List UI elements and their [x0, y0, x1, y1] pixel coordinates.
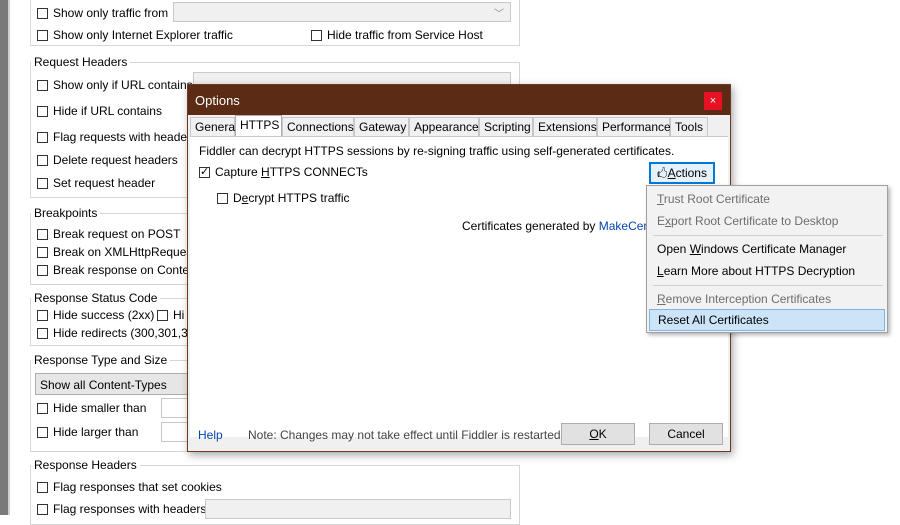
close-button[interactable]: ×	[704, 92, 722, 110]
actions-button[interactable]: 🖒Actions	[649, 162, 715, 184]
tab-connections[interactable]: Connections	[282, 117, 354, 136]
request-headers-title: Request Headers	[31, 55, 131, 69]
break-post-checkbox[interactable]	[37, 229, 48, 241]
menu-trust-root[interactable]: Trust Root Certificate	[649, 188, 885, 210]
hide-other-row[interactable]: Hi	[157, 308, 184, 322]
content-types-dropdown[interactable]: Show all Content-Types	[35, 373, 195, 395]
hide-url-checkbox[interactable]	[37, 106, 48, 118]
ie-traffic-checkbox[interactable]	[37, 30, 48, 42]
window-edge	[0, 0, 8, 515]
flag-headers-row[interactable]: Flag requests with headers	[37, 130, 197, 144]
url-contains-row[interactable]: Show only if URL contains	[37, 78, 193, 92]
tab-general[interactable]: General	[190, 117, 238, 136]
delete-headers-checkbox[interactable]	[37, 155, 48, 167]
hide-other-checkbox[interactable]	[157, 310, 168, 322]
tab-tools[interactable]: Tools	[670, 117, 708, 136]
tab-performance[interactable]: Performance	[597, 117, 671, 136]
traffic-from-checkbox[interactable]	[37, 8, 48, 20]
traffic-from-dropdown[interactable]: ﹀	[173, 2, 511, 22]
hide-larger-row[interactable]: Hide larger than	[37, 425, 138, 439]
decrypt-https-checkbox[interactable]	[217, 193, 228, 205]
service-host-row[interactable]: Hide traffic from Service Host	[311, 28, 483, 42]
ok-button[interactable]: OK	[561, 423, 635, 445]
menu-separator	[653, 235, 883, 236]
set-cookies-checkbox[interactable]	[37, 482, 48, 494]
cancel-button[interactable]: Cancel	[649, 423, 723, 445]
decrypt-https-row[interactable]: Decrypt HTTPS traffic	[217, 191, 350, 205]
restart-note: Note: Changes may not take effect until …	[248, 428, 564, 442]
hide-smaller-checkbox[interactable]	[37, 403, 48, 415]
close-icon: ×	[709, 95, 717, 107]
flag-headers-checkbox[interactable]	[37, 132, 48, 144]
hide-smaller-row[interactable]: Hide smaller than	[37, 401, 146, 415]
service-host-checkbox[interactable]	[311, 30, 322, 42]
tab-https[interactable]: HTTPS	[235, 115, 282, 137]
set-cookies-row[interactable]: Flag responses that set cookies	[37, 480, 222, 494]
break-xhr-checkbox[interactable]	[37, 247, 48, 259]
menu-export-root[interactable]: Export Root Certificate to Desktop	[649, 210, 885, 232]
url-contains-checkbox[interactable]	[37, 80, 48, 92]
dialog-titlebar[interactable]: Options ×	[188, 85, 730, 115]
menu-remove-interception[interactable]: Remove Interception Certificates	[649, 288, 885, 310]
cert-generator-row: Certificates generated by MakeCert e	[462, 219, 661, 233]
flag-resp-headers-row[interactable]: Flag responses with headers	[37, 502, 206, 516]
break-post-row[interactable]: Break request on POST	[37, 227, 180, 241]
chevron-down-icon: ﹀	[494, 9, 504, 20]
set-header-row[interactable]: Set request header	[37, 176, 155, 190]
break-xhr-row[interactable]: Break on XMLHttpRequest	[37, 245, 196, 259]
traffic-from-row[interactable]: Show only traffic from	[37, 6, 168, 20]
dialog-title: Options	[195, 93, 240, 108]
hide-success-row[interactable]: Hide success (2xx)	[37, 308, 154, 322]
hide-redirects-checkbox[interactable]	[37, 328, 48, 340]
break-content-checkbox[interactable]	[37, 265, 48, 277]
hide-url-row[interactable]: Hide if URL contains	[37, 104, 162, 118]
set-header-checkbox[interactable]	[37, 178, 48, 190]
response-status-title: Response Status Code	[31, 291, 161, 305]
response-type-title: Response Type and Size	[31, 353, 171, 367]
hide-larger-checkbox[interactable]	[37, 427, 48, 439]
menu-learn-more[interactable]: Learn More about HTTPS Decryption	[649, 260, 885, 282]
flag-resp-headers-checkbox[interactable]	[37, 504, 48, 516]
resp-headers-input[interactable]	[205, 499, 511, 519]
certificate-icon: 🖒	[657, 168, 668, 180]
response-headers-title: Response Headers	[31, 458, 140, 472]
tab-gateway[interactable]: Gateway	[354, 117, 409, 136]
capture-https-checkbox[interactable]	[199, 167, 210, 179]
ie-traffic-row[interactable]: Show only Internet Explorer traffic	[37, 28, 233, 42]
hide-success-checkbox[interactable]	[37, 310, 48, 322]
tab-scripting[interactable]: Scripting	[479, 117, 533, 136]
menu-reset-all-certificates[interactable]: Reset All Certificates	[649, 309, 885, 331]
capture-https-row[interactable]: Capture HTTPS CONNECTs	[199, 165, 368, 179]
menu-separator	[653, 285, 883, 286]
tab-extensions[interactable]: Extensions	[533, 117, 597, 136]
window-edge-inner	[8, 0, 10, 515]
tab-appearance[interactable]: Appearance	[409, 117, 479, 136]
delete-headers-row[interactable]: Delete request headers	[37, 153, 178, 167]
breakpoints-title: Breakpoints	[31, 206, 101, 220]
menu-open-cert-manager[interactable]: Open Windows Certificate Manager	[649, 238, 885, 260]
help-link[interactable]: Help	[198, 428, 223, 442]
https-description: Fiddler can decrypt HTTPS sessions by re…	[199, 144, 675, 158]
actions-menu: Trust Root Certificate Export Root Certi…	[646, 185, 888, 333]
